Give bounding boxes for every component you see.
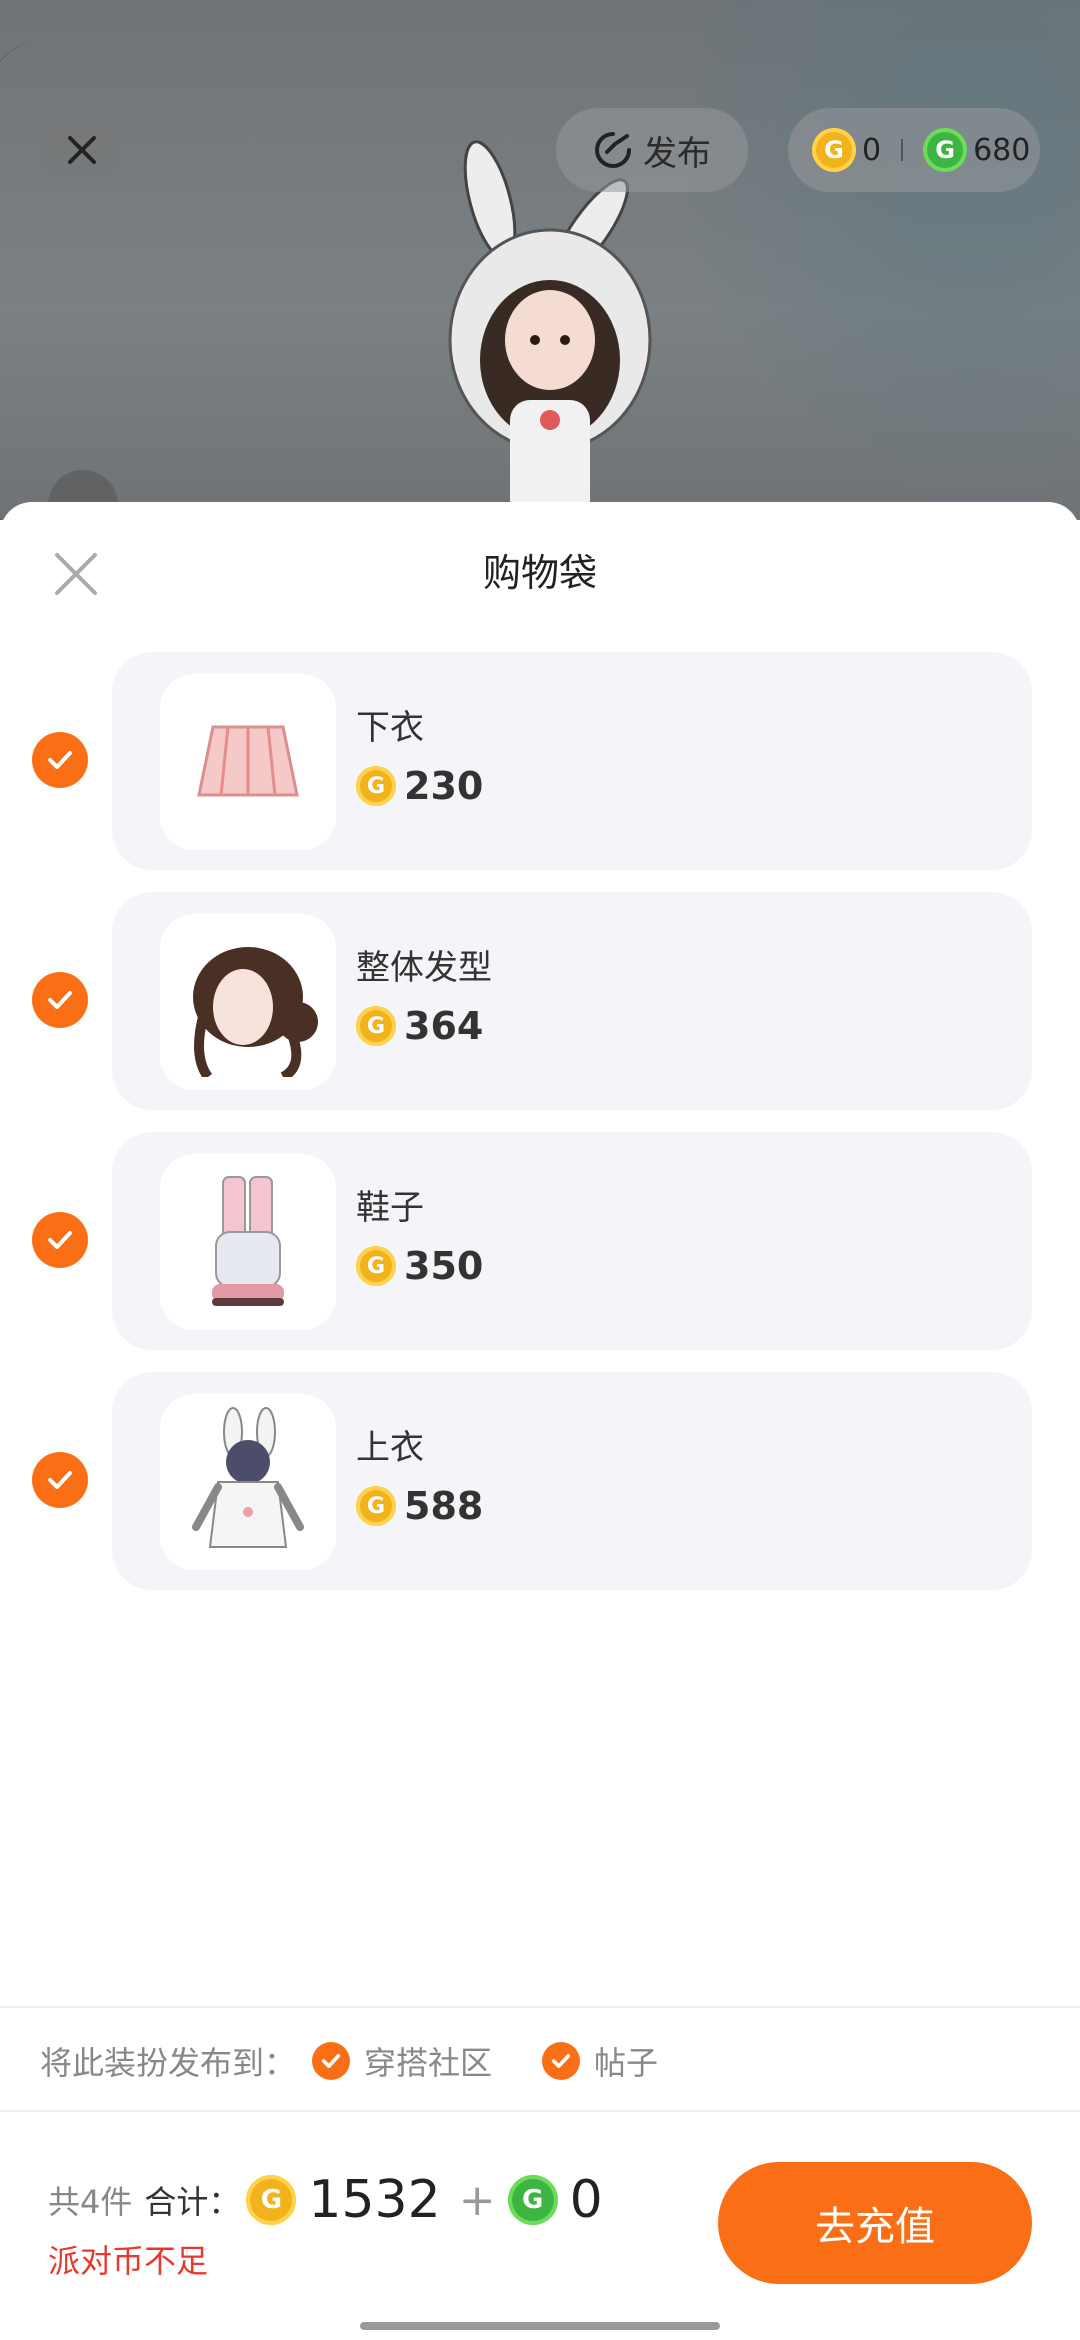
- item-card[interactable]: 下衣 G 230: [112, 652, 1032, 870]
- green-coin-icon: G: [507, 2175, 558, 2225]
- divider: [0, 2110, 1080, 2112]
- wallet-balance[interactable]: G 0 G 680: [788, 108, 1040, 192]
- cart-item[interactable]: 上衣 G 588: [0, 1372, 1080, 1592]
- check-icon: [312, 2042, 351, 2080]
- publish-to-row: 将此装扮发布到： 穿搭社区 帖子: [40, 2038, 658, 2084]
- gold-coin-icon: G: [356, 1246, 396, 1286]
- item-checkbox[interactable]: [32, 972, 88, 1028]
- cart-item[interactable]: 鞋子 G 350: [0, 1132, 1080, 1352]
- green-coin-icon: G: [923, 128, 968, 172]
- item-checkbox[interactable]: [32, 1212, 88, 1268]
- avatar-figure: [448, 140, 652, 520]
- item-price: G 364: [356, 1004, 483, 1048]
- item-price: G 230: [356, 764, 483, 808]
- item-card[interactable]: 上衣 G 588: [112, 1372, 1032, 1590]
- price-value: 350: [404, 1244, 484, 1288]
- cart-item[interactable]: 下衣 G 230: [0, 652, 1080, 872]
- check-icon: [542, 2042, 581, 2080]
- insufficient-balance-warning: 派对币不足: [48, 2242, 209, 2280]
- check-icon: [48, 1231, 72, 1249]
- price-value: 230: [404, 764, 484, 808]
- gold-coin-icon: G: [356, 766, 396, 806]
- home-indicator[interactable]: [360, 2322, 720, 2330]
- sheet-title: 购物袋: [482, 551, 597, 595]
- publish-option-label: 穿搭社区: [364, 2044, 493, 2082]
- skirt-thumb: [160, 674, 336, 850]
- item-name: 整体发型: [356, 948, 492, 988]
- gold-balance: 0: [862, 132, 882, 168]
- item-name: 鞋子: [356, 1188, 424, 1228]
- green-total: 0: [569, 2170, 603, 2230]
- bunny-hoodie-thumb: [160, 1394, 336, 1570]
- item-name: 下衣: [356, 708, 424, 748]
- gold-total: 1532: [308, 2170, 441, 2230]
- gold-coin-icon: G: [812, 128, 856, 172]
- close-preview-button[interactable]: [42, 110, 122, 190]
- divider: [0, 2006, 1080, 2008]
- total-label: 合计：: [144, 2183, 241, 2221]
- publish-button[interactable]: 发布: [556, 108, 748, 192]
- item-checkbox[interactable]: [32, 1452, 88, 1508]
- bunny-hoodie-icon: [192, 1407, 304, 1548]
- gold-coin-icon: G: [246, 2175, 297, 2225]
- item-card[interactable]: 鞋子 G 350: [112, 1132, 1032, 1350]
- item-name: 上衣: [356, 1428, 424, 1468]
- check-icon: [48, 991, 72, 1009]
- price-value: 588: [404, 1484, 484, 1528]
- publish-to-label: 将此装扮发布到：: [40, 2044, 297, 2082]
- avatar-preview-scene: 发布 G 0 G 680: [0, 0, 1080, 520]
- hairstyle-icon: [193, 947, 318, 1077]
- order-total: 共4件 合计： G 1532 + G 0: [48, 2170, 609, 2230]
- publish-option-post[interactable]: 帖子: [542, 2038, 658, 2084]
- wallet-separator: [901, 139, 904, 161]
- gold-coin-icon: G: [356, 1006, 396, 1046]
- item-price: G 588: [356, 1484, 483, 1528]
- publish-option-community[interactable]: 穿搭社区: [312, 2038, 492, 2084]
- recharge-button[interactable]: 去充值: [718, 2162, 1032, 2284]
- hairstyle-thumb: [160, 914, 336, 1090]
- check-icon: [48, 751, 72, 769]
- close-icon: [68, 136, 96, 164]
- shoes-icon: [212, 1176, 284, 1306]
- item-count: 共4件: [48, 2183, 133, 2221]
- check-icon: [48, 1471, 72, 1489]
- item-checkbox[interactable]: [32, 732, 88, 788]
- gold-coin-icon: G: [356, 1486, 396, 1526]
- plus-sign: +: [458, 2174, 496, 2226]
- shoes-thumb: [160, 1154, 336, 1330]
- publish-option-label: 帖子: [594, 2044, 659, 2082]
- publish-label: 发布: [643, 133, 711, 174]
- publish-icon: [595, 132, 631, 168]
- background-decoration: [680, 0, 1080, 520]
- price-value: 364: [404, 1004, 484, 1048]
- item-price: G 350: [356, 1244, 483, 1288]
- cart-item[interactable]: 整体发型 G 364: [0, 892, 1080, 1112]
- skirt-icon: [197, 725, 299, 797]
- item-card[interactable]: 整体发型 G 364: [112, 892, 1032, 1110]
- green-balance: 680: [973, 132, 1031, 168]
